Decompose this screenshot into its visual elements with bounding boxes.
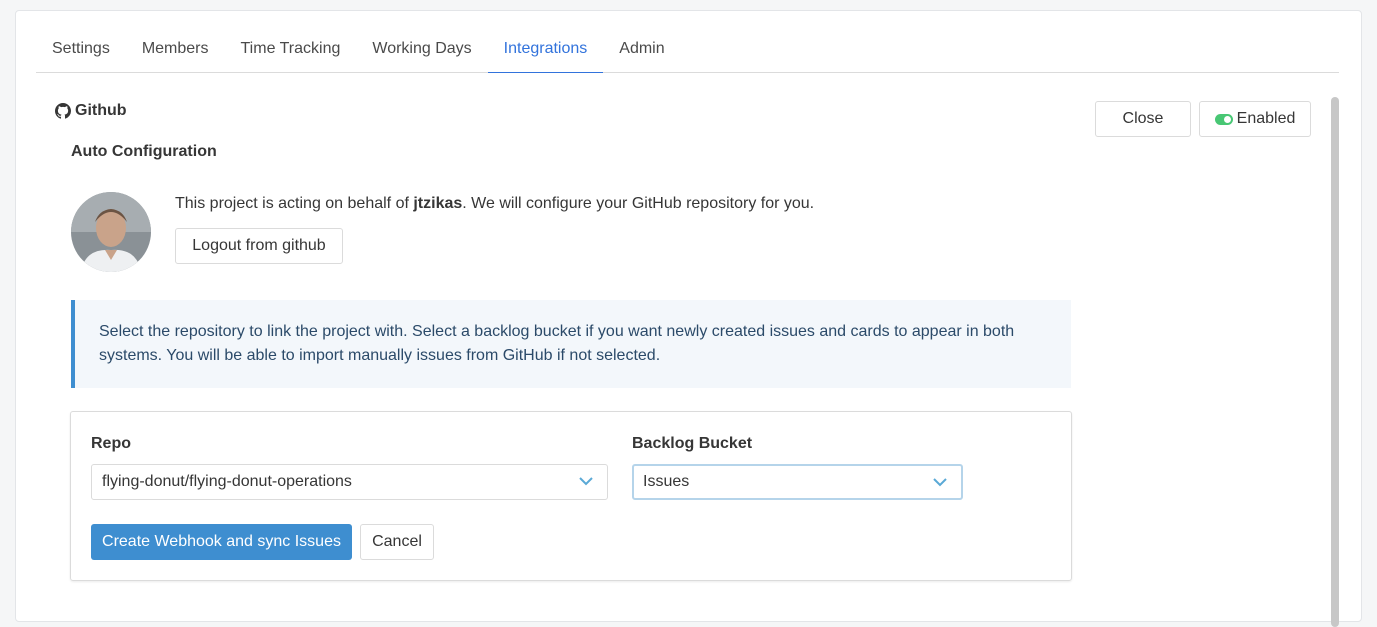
integration-title: Github [55,102,127,120]
tab-working-days[interactable]: Working Days [356,29,487,73]
create-webhook-label: Create Webhook and sync Issues [102,533,341,550]
tab-label: Settings [52,40,110,57]
toggle-on-icon [1214,113,1233,125]
repo-select-value: flying-donut/flying-donut-operations [102,473,352,490]
tab-label: Integrations [503,40,588,57]
acting-prefix: This project is acting on behalf of [175,195,414,212]
scrollbar[interactable] [1331,97,1339,627]
logout-github-label: Logout from github [192,237,326,254]
info-notice: Select the repository to link the projec… [71,300,1071,388]
settings-tabs: Settings Members Time Tracking Working D… [36,11,1339,73]
github-icon [55,103,71,119]
create-webhook-button[interactable]: Create Webhook and sync Issues [91,524,352,560]
tab-label: Members [141,40,209,57]
repo-select[interactable]: flying-donut/flying-donut-operations [91,464,608,500]
tab-time-tracking[interactable]: Time Tracking [225,29,357,73]
backlog-bucket-select[interactable]: Issues [632,464,963,500]
logout-github-button[interactable]: Logout from github [175,228,343,264]
close-button-label: Close [1122,110,1164,127]
tab-label: Working Days [372,40,472,57]
tab-admin[interactable]: Admin [603,29,680,73]
cancel-button[interactable]: Cancel [360,524,434,560]
repo-label: Repo [91,435,131,452]
project-settings-panel: Settings Members Time Tracking Working D… [15,10,1362,627]
backlog-bucket-select-value: Issues [643,473,690,490]
avatar [71,192,151,272]
repo-config-form: Repo flying-donut/flying-donut-operation… [70,411,1072,581]
close-button[interactable]: Close [1095,101,1191,137]
acting-on-behalf-text: This project is acting on behalf of jtzi… [175,195,814,213]
backlog-bucket-label: Backlog Bucket [632,435,753,452]
tab-members[interactable]: Members [126,29,225,73]
enabled-label: Enabled [1236,110,1296,127]
cancel-button-label: Cancel [372,533,422,550]
chevron-down-icon [579,477,593,486]
github-username: jtzikas [413,195,463,212]
tab-integrations[interactable]: Integrations [487,29,604,73]
acting-suffix: . We will configure your GitHub reposito… [462,195,815,212]
enabled-toggle-button[interactable]: Enabled [1199,101,1311,137]
tab-settings[interactable]: Settings [36,29,126,73]
chevron-down-icon [933,478,947,487]
integration-title-text: Github [75,102,127,119]
tab-label: Admin [619,40,665,57]
tab-label: Time Tracking [240,40,341,57]
info-notice-text: Select the repository to link the projec… [99,323,1015,364]
section-title: Auto Configuration [71,143,217,160]
